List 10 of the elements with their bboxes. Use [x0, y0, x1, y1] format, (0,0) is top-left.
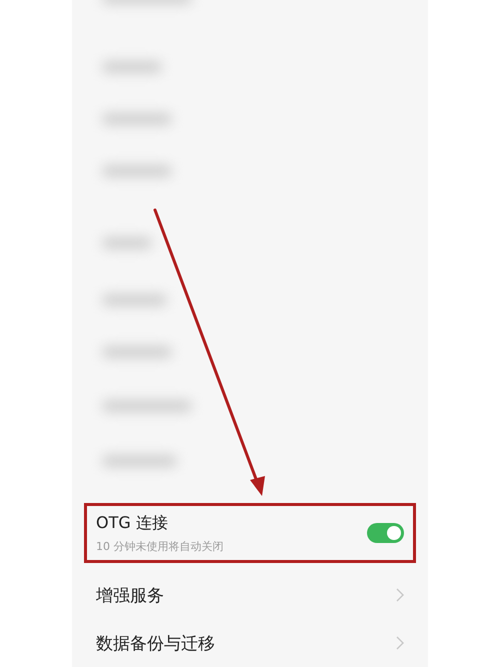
chevron-icon — [396, 636, 404, 650]
setting-subtitle: 10 分钟未使用将自动关闭 — [96, 538, 224, 554]
setting-row[interactable]: OTG 连接 10 分钟未使用将自动关闭 — [84, 503, 416, 564]
setting-title: 增强服务 — [96, 584, 164, 607]
setting-row[interactable]: 数据备份与迁移 — [84, 619, 416, 667]
chevron-icon — [396, 588, 404, 602]
toggle-switch[interactable] — [367, 523, 404, 544]
setting-row[interactable]: 增强服务 — [84, 571, 416, 620]
setting-title: 数据备份与迁移 — [96, 632, 215, 655]
setting-title: OTG 连接 — [96, 512, 169, 534]
